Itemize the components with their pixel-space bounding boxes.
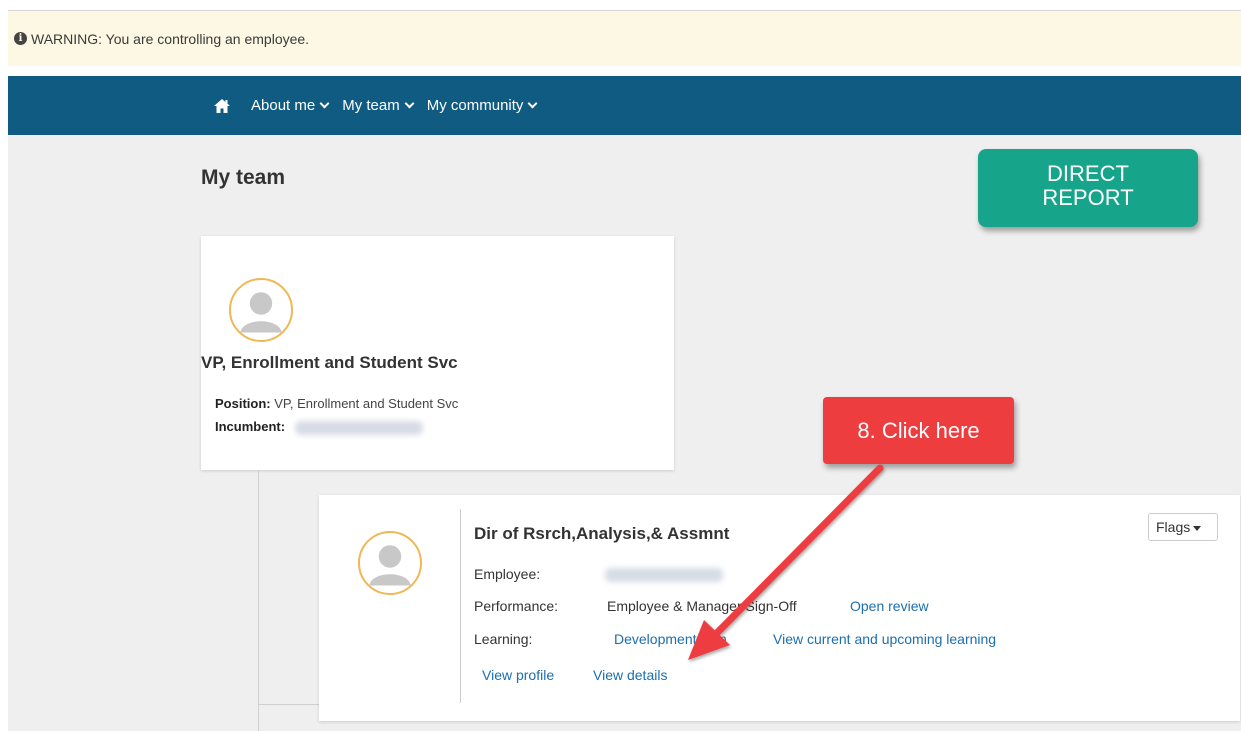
warning-banner: i WARNING: You are controlling an employ… bbox=[8, 10, 1241, 66]
home-icon[interactable] bbox=[213, 98, 231, 114]
incumbent-name-redacted bbox=[294, 420, 423, 435]
view-learning-link[interactable]: View current and upcoming learning bbox=[773, 631, 996, 647]
chevron-down-icon bbox=[527, 98, 538, 109]
position-value: VP, Enrollment and Student Svc bbox=[274, 396, 459, 411]
manager-position-card: VP, Enrollment and Student Svc Position:… bbox=[201, 236, 674, 470]
incumbent-line: Incumbent: bbox=[215, 419, 423, 435]
learning-label: Learning: bbox=[474, 631, 533, 647]
card-divider bbox=[460, 509, 461, 703]
top-navbar: About me My team My community bbox=[8, 76, 1241, 135]
nav-my-team[interactable]: My team bbox=[342, 97, 415, 114]
employee-name-redacted bbox=[605, 568, 723, 582]
tree-connector bbox=[258, 470, 259, 731]
chevron-down-icon bbox=[404, 98, 415, 109]
flags-dropdown-button[interactable]: Flags bbox=[1148, 513, 1218, 541]
view-profile-link[interactable]: View profile bbox=[482, 667, 554, 683]
employee-label: Employee: bbox=[474, 566, 541, 582]
direct-report-card: Dir of Rsrch,Analysis,& Assmnt Flags Emp… bbox=[319, 495, 1240, 721]
open-review-link[interactable]: Open review bbox=[850, 598, 929, 614]
direct-report-line-2: REPORT bbox=[1042, 185, 1134, 210]
flags-label: Flags bbox=[1156, 519, 1191, 535]
avatar bbox=[229, 278, 293, 342]
manager-card-title: VP, Enrollment and Student Svc bbox=[201, 353, 458, 372]
avatar bbox=[358, 531, 422, 595]
nav-my-team-label: My team bbox=[342, 97, 400, 114]
direct-report-line-1: DIRECT bbox=[1047, 161, 1129, 186]
caret-down-icon bbox=[1193, 525, 1202, 531]
position-label: Position: bbox=[215, 396, 271, 411]
info-icon: i bbox=[14, 32, 27, 45]
report-card-title: Dir of Rsrch,Analysis,& Assmnt bbox=[474, 524, 730, 543]
tree-connector bbox=[258, 704, 320, 705]
page-title: My team bbox=[201, 166, 286, 189]
view-details-link[interactable]: View details bbox=[593, 667, 667, 683]
incumbent-label: Incumbent: bbox=[215, 419, 286, 434]
nav-about-me[interactable]: About me bbox=[251, 97, 330, 114]
warning-text: WARNING: You are controlling an employee… bbox=[31, 30, 310, 47]
nav-my-community-label: My community bbox=[426, 97, 524, 114]
direct-report-annotation: DIRECT REPORT bbox=[978, 149, 1198, 227]
development-plan-link[interactable]: Development plan bbox=[614, 631, 727, 647]
chevron-down-icon bbox=[319, 98, 330, 109]
nav-my-community[interactable]: My community bbox=[426, 97, 538, 114]
nav-about-me-label: About me bbox=[251, 97, 316, 114]
performance-label: Performance: bbox=[474, 598, 559, 614]
performance-status: Employee & Manager Sign-Off bbox=[607, 598, 797, 614]
click-here-callout: 8. Click here bbox=[823, 397, 1014, 464]
position-line: Position: VP, Enrollment and Student Svc bbox=[215, 396, 458, 411]
